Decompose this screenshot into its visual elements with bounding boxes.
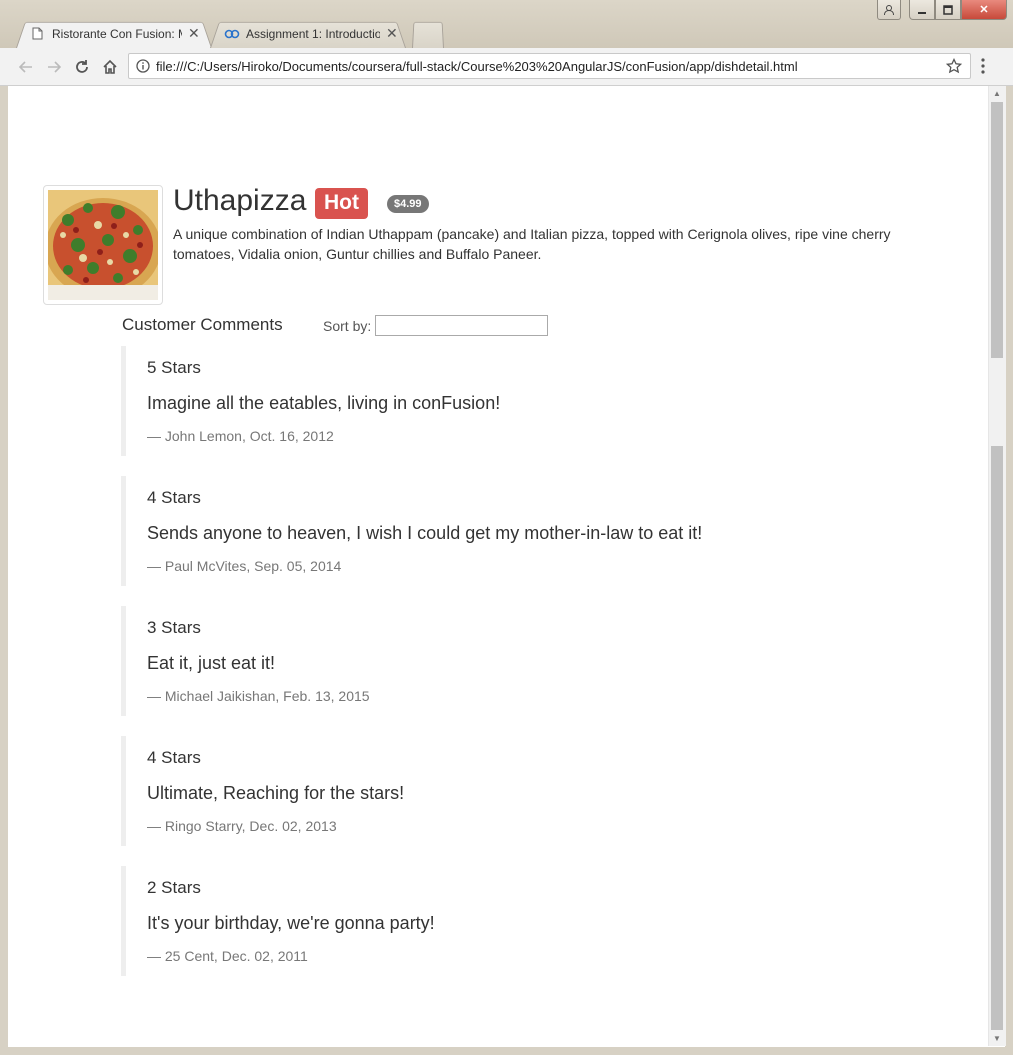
tab-title: Assignment 1: Introductio	[246, 26, 380, 41]
close-window-icon[interactable]: ✕	[961, 0, 1007, 20]
comment-author-date: — Ringo Starry, Dec. 02, 2013	[147, 818, 337, 834]
forward-icon[interactable]	[42, 55, 66, 79]
dish-description: A unique combination of Indian Uthappam …	[173, 226, 891, 262]
info-icon[interactable]	[136, 59, 150, 78]
comment-rating: 4 Stars	[147, 488, 201, 507]
browser-menu-icon[interactable]	[980, 58, 986, 79]
window-border	[1005, 86, 1013, 1055]
url-text: file:///C:/Users/Hiroko/Documents/course…	[156, 59, 798, 74]
comment-item: 4 Stars Sends anyone to heaven, I wish I …	[121, 476, 821, 586]
tab-title: Ristorante Con Fusion: M	[52, 26, 182, 41]
comment-author-date: — Paul McVites, Sep. 05, 2014	[147, 558, 342, 574]
back-icon[interactable]	[14, 55, 38, 79]
comment-item: 3 Stars Eat it, just eat it! — Michael Jai…	[121, 606, 821, 716]
comment-rating: 3 Stars	[147, 618, 201, 637]
browser-titlebar: Ristorante Con Fusion: M ✕ Assignment 1:…	[0, 0, 1013, 49]
address-bar[interactable]: file:///C:/Users/Hiroko/Documents/course…	[128, 53, 971, 79]
comment-rating: 5 Stars	[147, 358, 201, 377]
page-viewport: Uthapizza Hot $4.99 A unique combination…	[8, 86, 988, 1046]
coursera-icon	[224, 29, 240, 38]
tab-active[interactable]: Ristorante Con Fusion: M ✕	[16, 19, 212, 48]
comment-item: 5 Stars Imagine all the eatables, living …	[121, 346, 821, 456]
comments-heading: Customer Comments	[122, 315, 283, 334]
comment-text: Eat it, just eat it!	[147, 653, 276, 673]
window-border	[0, 1047, 1013, 1055]
dish-image	[43, 185, 163, 305]
comment-text: Imagine all the eatables, living in conF…	[147, 393, 501, 413]
home-icon[interactable]	[98, 55, 122, 79]
close-tab-icon[interactable]: ✕	[188, 25, 200, 42]
comment-author-date: — John Lemon, Oct. 16, 2012	[147, 428, 334, 444]
pizza-image	[45, 190, 161, 300]
sort-input[interactable]	[375, 315, 548, 336]
reload-icon[interactable]	[70, 55, 94, 79]
new-tab-button[interactable]	[412, 19, 444, 48]
comment-author-date: — 25 Cent, Dec. 02, 2011	[147, 948, 308, 964]
scrollbar-thumb[interactable]	[991, 102, 1003, 358]
sort-label: Sort by:	[323, 318, 372, 334]
page-icon	[32, 27, 43, 40]
comment-author-date: — Michael Jaikishan, Feb. 13, 2015	[147, 688, 370, 704]
comment-rating: 4 Stars	[147, 748, 201, 767]
page-scrollbar[interactable]: ▲ ▼	[988, 86, 1006, 1046]
comment-item: 4 Stars Ultimate, Reaching for the stars!…	[121, 736, 821, 846]
comment-text: Sends anyone to heaven, I wish I could g…	[147, 523, 703, 543]
comment-item: 2 Stars It's your birthday, we're gonna p…	[121, 866, 821, 976]
bookmark-star-icon[interactable]	[945, 57, 963, 79]
maximize-icon[interactable]	[935, 0, 961, 20]
window-controls: ✕	[877, 0, 1007, 20]
price-badge: $4.99	[387, 195, 429, 213]
tab-inactive[interactable]: Assignment 1: Introductio ✕	[210, 19, 406, 48]
comment-rating: 2 Stars	[147, 878, 201, 897]
browser-toolbar: file:///C:/Users/Hiroko/Documents/course…	[0, 48, 1013, 86]
minimize-icon[interactable]	[909, 0, 935, 20]
scroll-up-icon[interactable]: ▲	[993, 89, 1001, 98]
hot-label: Hot	[315, 188, 368, 219]
scrollbar-track[interactable]	[991, 446, 1003, 1030]
scroll-down-icon[interactable]: ▼	[993, 1034, 1001, 1043]
window-border	[0, 86, 8, 1055]
user-icon[interactable]	[877, 0, 901, 20]
comment-text: It's your birthday, we're gonna party!	[147, 913, 435, 933]
close-tab-icon[interactable]: ✕	[386, 25, 398, 42]
comment-text: Ultimate, Reaching for the stars!	[147, 783, 405, 803]
dish-name: Uthapizza	[173, 184, 307, 217]
